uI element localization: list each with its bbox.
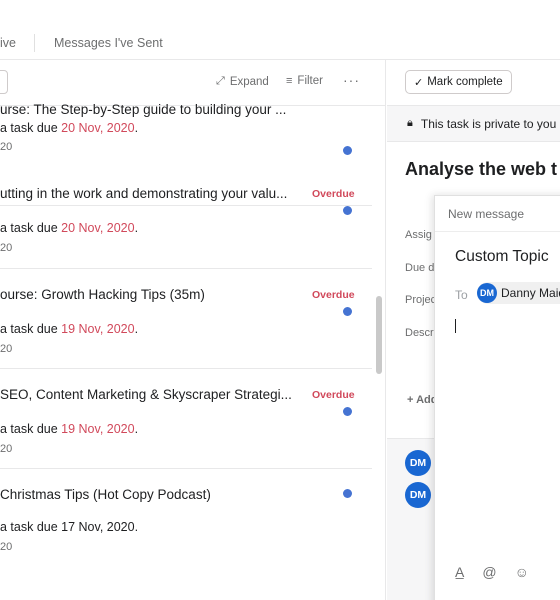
item-title: utting in the work and demonstrating you… (0, 186, 288, 201)
check-icon: ✓ (414, 76, 424, 89)
item-timestamp: 20 (0, 541, 13, 553)
tab-messages-sent[interactable]: Messages I've Sent (54, 36, 163, 50)
item-title: urse: The Step-by-Step guide to building… (0, 102, 287, 117)
field-label-assignee: Assig (405, 229, 432, 241)
expand-icon: ⤢ (216, 75, 225, 87)
item-title: SEO, Content Marketing & Skyscraper Stra… (0, 387, 292, 402)
item-subtitle-prefix: a task due (0, 520, 62, 534)
item-subtitle-suffix: . (134, 221, 139, 235)
unread-dot-icon (343, 489, 352, 498)
unread-dot-icon (343, 206, 352, 215)
item-subtitle: a task due 19 Nov, 2020. (0, 422, 138, 436)
tab-divider (34, 34, 35, 52)
message-body-caret[interactable] (455, 319, 456, 333)
list-item[interactable]: SEO, Content Marketing & Skyscraper Stra… (0, 369, 372, 469)
more-options-icon[interactable]: ··· (343, 72, 360, 88)
overdue-badge: Overdue (312, 289, 355, 301)
avatar: DM (477, 283, 497, 303)
list-item[interactable]: ourse: Growth Hacking Tips (35m) Overdue… (0, 269, 372, 369)
item-subtitle-suffix: . (134, 121, 139, 135)
add-subtask-button[interactable]: + Add (407, 394, 437, 406)
expand-button[interactable]: ⤢ Expand (216, 75, 269, 88)
mention-icon[interactable]: @ (482, 564, 496, 580)
recipient-chip[interactable]: DM Danny Maid (477, 282, 560, 304)
private-notice-text: This task is private to you (420, 116, 557, 131)
task-title[interactable]: Analyse the web t month (405, 156, 560, 182)
unread-dot-icon (343, 307, 352, 316)
unread-dot-icon (343, 407, 352, 416)
new-message-dialog: New message Custom Topic To DM Danny Mai… (434, 195, 560, 600)
item-subtitle-suffix: . (134, 520, 139, 534)
filter-label: Filter (297, 75, 323, 87)
item-subtitle: a task due 19 Nov, 2020. (0, 322, 138, 336)
item-subtitle-prefix: a task due (0, 121, 62, 135)
item-due-date: 20 Nov, 2020 (61, 221, 135, 235)
item-subtitle-suffix: . (134, 322, 139, 336)
list-item[interactable]: Christmas Tips (Hot Copy Podcast) a task… (0, 469, 372, 569)
item-subtitle-prefix: a task due (0, 422, 62, 436)
item-timestamp: 20 (0, 343, 13, 355)
mark-complete-label: Mark complete (427, 76, 503, 88)
item-timestamp: 20 (0, 242, 13, 254)
item-subtitle: a task due 20 Nov, 2020. (0, 221, 138, 235)
item-title: Christmas Tips (Hot Copy Podcast) (0, 487, 211, 502)
item-subtitle-prefix: a task due (0, 322, 62, 336)
dialog-header: New message (435, 196, 560, 232)
list-toolbar: ⤢ Expand ≡ Filter ··· (0, 60, 385, 106)
compose-toolbar: A̲ @ ☺︎ (455, 564, 529, 580)
filter-button[interactable]: ≡ Filter (286, 75, 323, 87)
task-toolbar: ✓ Mark complete (387, 60, 560, 106)
field-label-projects: Projec (405, 294, 437, 306)
item-subtitle-suffix: . (134, 422, 139, 436)
item-timestamp: 20 (0, 443, 13, 455)
private-notice: 🔒︎ This task is private to you (387, 106, 560, 142)
inbox-tabs: ive Messages I've Sent (0, 0, 560, 60)
item-subtitle: a task due 20 Nov, 2020. (0, 121, 138, 135)
list-scrollbar-thumb[interactable] (376, 296, 382, 374)
text-format-icon[interactable]: A̲ (455, 564, 464, 580)
avatar[interactable]: DM (405, 482, 431, 508)
app-root: ive Messages I've Sent ⤢ Expand ≡ Filter… (0, 0, 560, 600)
filter-icon: ≡ (286, 75, 293, 87)
unread-dot-icon (343, 146, 352, 155)
avatar[interactable]: DM (405, 450, 431, 476)
inbox-list-pane: ⤢ Expand ≡ Filter ··· urse: The Step-by-… (0, 60, 386, 600)
to-label: To (455, 288, 468, 302)
item-subtitle: a task due 17 Nov, 2020. (0, 520, 138, 534)
message-topic-input[interactable]: Custom Topic (455, 248, 549, 266)
item-due-date: 17 Nov, 2020 (61, 520, 135, 534)
field-label-description: Descri (405, 327, 437, 339)
lock-icon: 🔒︎ (407, 117, 413, 129)
item-title: ourse: Growth Hacking Tips (35m) (0, 287, 205, 302)
overdue-badge: Overdue (312, 188, 355, 200)
mark-complete-button[interactable]: ✓ Mark complete (405, 70, 512, 94)
item-subtitle-prefix: a task due (0, 221, 62, 235)
emoji-icon[interactable]: ☺︎ (515, 564, 529, 580)
tab-archive[interactable]: ive (0, 36, 16, 50)
item-due-date: 19 Nov, 2020 (61, 422, 135, 436)
item-timestamp: 20 (0, 141, 13, 153)
overdue-badge: Overdue (312, 389, 355, 401)
item-due-date: 19 Nov, 2020 (61, 322, 135, 336)
expand-label: Expand (229, 75, 269, 88)
item-due-date: 20 Nov, 2020 (61, 121, 135, 135)
search-box[interactable] (0, 70, 8, 94)
recipient-name: Danny Maid (501, 286, 560, 300)
list-item[interactable]: utting in the work and demonstrating you… (0, 168, 372, 269)
